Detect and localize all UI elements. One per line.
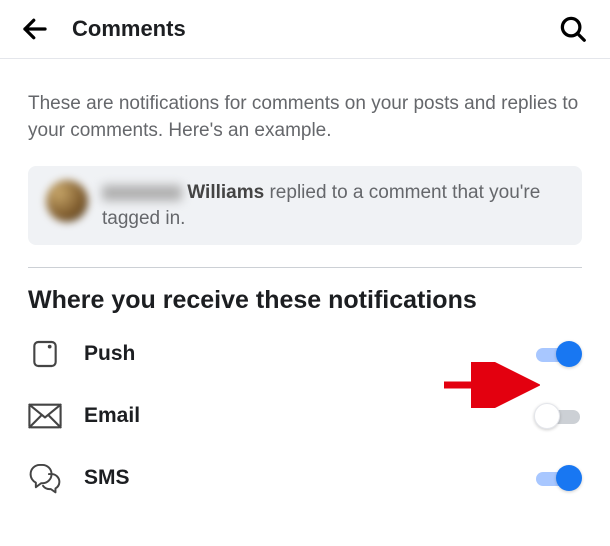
- example-text: Williams replied to a comment that you'r…: [102, 180, 564, 231]
- email-icon: [28, 399, 62, 433]
- back-button[interactable]: [16, 10, 54, 48]
- example-notification-card: Williams replied to a comment that you'r…: [28, 166, 582, 245]
- push-label: Push: [84, 342, 512, 366]
- redacted-name: [102, 185, 182, 201]
- email-label: Email: [84, 404, 512, 428]
- push-toggle[interactable]: [534, 340, 582, 368]
- email-toggle[interactable]: [534, 402, 582, 430]
- back-arrow-icon: [20, 14, 50, 44]
- page-title: Comments: [72, 16, 554, 42]
- avatar: [46, 180, 88, 222]
- sms-label: SMS: [84, 466, 512, 490]
- option-row-sms: SMS: [0, 447, 610, 509]
- option-row-email: Email: [0, 385, 610, 447]
- section-title: Where you receive these notifications: [0, 268, 610, 323]
- search-icon: [558, 14, 588, 44]
- option-row-push: Push: [0, 323, 610, 385]
- sms-icon: [28, 461, 62, 495]
- search-button[interactable]: [554, 10, 592, 48]
- push-icon: [28, 337, 62, 371]
- header: Comments: [0, 0, 610, 59]
- example-last-name: Williams: [187, 182, 264, 203]
- description-text: These are notifications for comments on …: [0, 59, 610, 158]
- sms-toggle[interactable]: [534, 464, 582, 492]
